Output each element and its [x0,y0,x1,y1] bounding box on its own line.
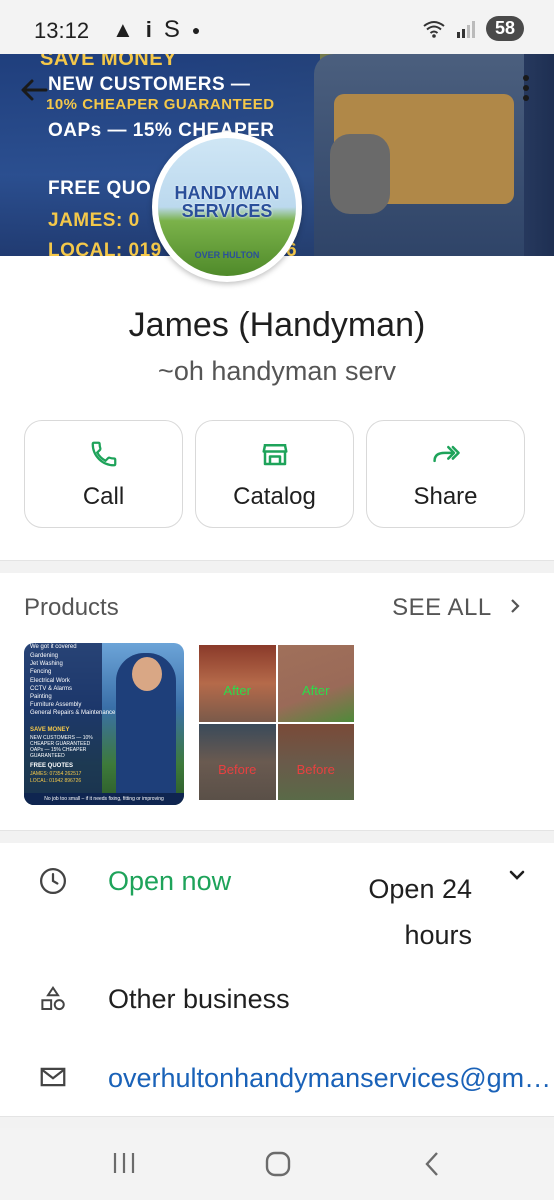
s-icon: S [163,16,180,43]
flyer-promo: SAVE MONEY [30,727,70,733]
share-button[interactable]: Share [366,420,525,528]
business-hours[interactable]: Open 24 hours [352,866,472,958]
tile-label: Before [296,761,335,777]
tile-label: After [302,683,330,698]
call-label: Call [82,483,125,510]
mail-icon [38,1062,68,1097]
business-tagline: ~oh handyman serv [158,356,396,386]
flyer-promo-line: OAPs — 15% CHEAPER GUARANTEED [30,747,87,759]
flyer-service: CCTV & Alarms [30,685,73,692]
business-category: Other business [108,984,290,1014]
shapes-icon [38,984,68,1019]
storefront-icon [196,439,353,474]
phone-icon [25,439,182,474]
hours-line: Open 24 [368,874,472,904]
see-all-label: SEE ALL [392,594,491,621]
home-icon[interactable] [264,1150,292,1183]
dot-icon: ● [191,22,201,38]
flyer-worker-face [132,657,162,691]
call-button[interactable]: Call [24,420,183,528]
catalog-label: Catalog [233,483,316,510]
more-options-icon[interactable] [522,74,530,102]
catalog-button[interactable]: Catalog [195,420,354,528]
cover-line: LOCAL: 019 [48,240,162,256]
flyer-promo-lines: NEW CUSTOMERS — 10% CHEAPER GUARANTEED O… [30,735,100,759]
back-nav-icon[interactable] [422,1150,442,1183]
product-card-before-after[interactable]: After After Before Before [199,645,354,800]
flyer-service: Furniture Assembly [30,702,82,709]
status-bar: 13:12 ▲ i S ● 58 [0,0,554,54]
flyer-promo-line: NEW CUSTOMERS — 10% CHEAPER GUARANTEED [30,735,93,747]
flyer-quotes: FREE QUOTES [30,763,74,769]
recent-apps-icon[interactable] [112,1150,136,1181]
chevron-right-icon [511,599,520,613]
hours-line: hours [404,920,472,950]
flyer-service: Gardening [30,653,59,659]
photo-tile: After [199,645,276,722]
cover-glove [330,134,390,214]
flyer-footer: No job too small – if it needs fixing, f… [24,793,184,805]
flyer-service: Electrical Work [30,677,70,684]
product-card-flyer[interactable]: We got it covered Gardening Jet Washing … [24,643,184,805]
status-notification-icons: ▲ i S ● [112,16,200,44]
photo-tile: Before [277,723,354,800]
cover-line: NEW CUSTOMERS — [48,74,251,95]
flyer-phone: JAMES: 07354 262517 [30,771,82,777]
open-status: Open now [108,866,232,896]
cover-line: JAMES: 0 [48,210,140,231]
cover-line: FREE QUO [48,178,152,199]
system-nav-bar [0,1128,554,1200]
share-label: Share [413,483,478,510]
business-logo: HANDYMAN SERVICES OVER HULTON [152,132,302,282]
flyer-phones: JAMES: 07354 262517 LOCAL: 01942 896726 [30,771,81,785]
cover-line: 10% CHEAPER GUARANTEED [46,96,275,113]
action-buttons: Call Catalog Share [24,420,531,528]
products-heading: Products [24,594,119,621]
photo-tile: Before [199,723,276,800]
cover-line: SAVE MONEY [40,54,177,70]
flyer-header: We got it covered [30,644,77,650]
status-system-icons: 58 [422,16,524,41]
see-all-link[interactable]: SEE ALL [392,594,522,622]
battery-indicator: 58 [485,16,524,41]
wifi-icon [423,20,445,38]
back-arrow-icon[interactable] [20,76,48,110]
email-link[interactable]: overhultonhandymanservices@gmail.com [108,1063,554,1094]
tile-label: After [223,683,251,698]
clock-icon [38,866,68,901]
photo-tile: After [277,645,354,722]
chevron-down-icon[interactable] [506,864,528,891]
flyer-service: Painting [30,694,52,701]
logo-title: HANDYMAN SERVICES [174,183,280,221]
business-name: James (Handyman) [128,306,426,344]
logo-subtitle: OVER HULTON [194,250,260,260]
signal-icon [456,20,475,38]
flyer-service: General Repairs & Maintenance [30,710,116,717]
flyer-phone: LOCAL: 01942 896726 [30,778,82,784]
info-icon: i [145,17,152,42]
section-divider [0,830,554,843]
flyer-service: Fencing [30,669,52,676]
tile-label: Before [218,761,257,777]
warning-icon: ▲ [112,17,134,42]
section-divider [0,560,554,573]
forward-icon [367,439,524,474]
flyer-service-list: Gardening Jet Washing Fencing Electrical… [30,652,115,718]
flyer-service: Jet Washing [30,661,63,668]
status-time: 13:12 [34,18,90,43]
